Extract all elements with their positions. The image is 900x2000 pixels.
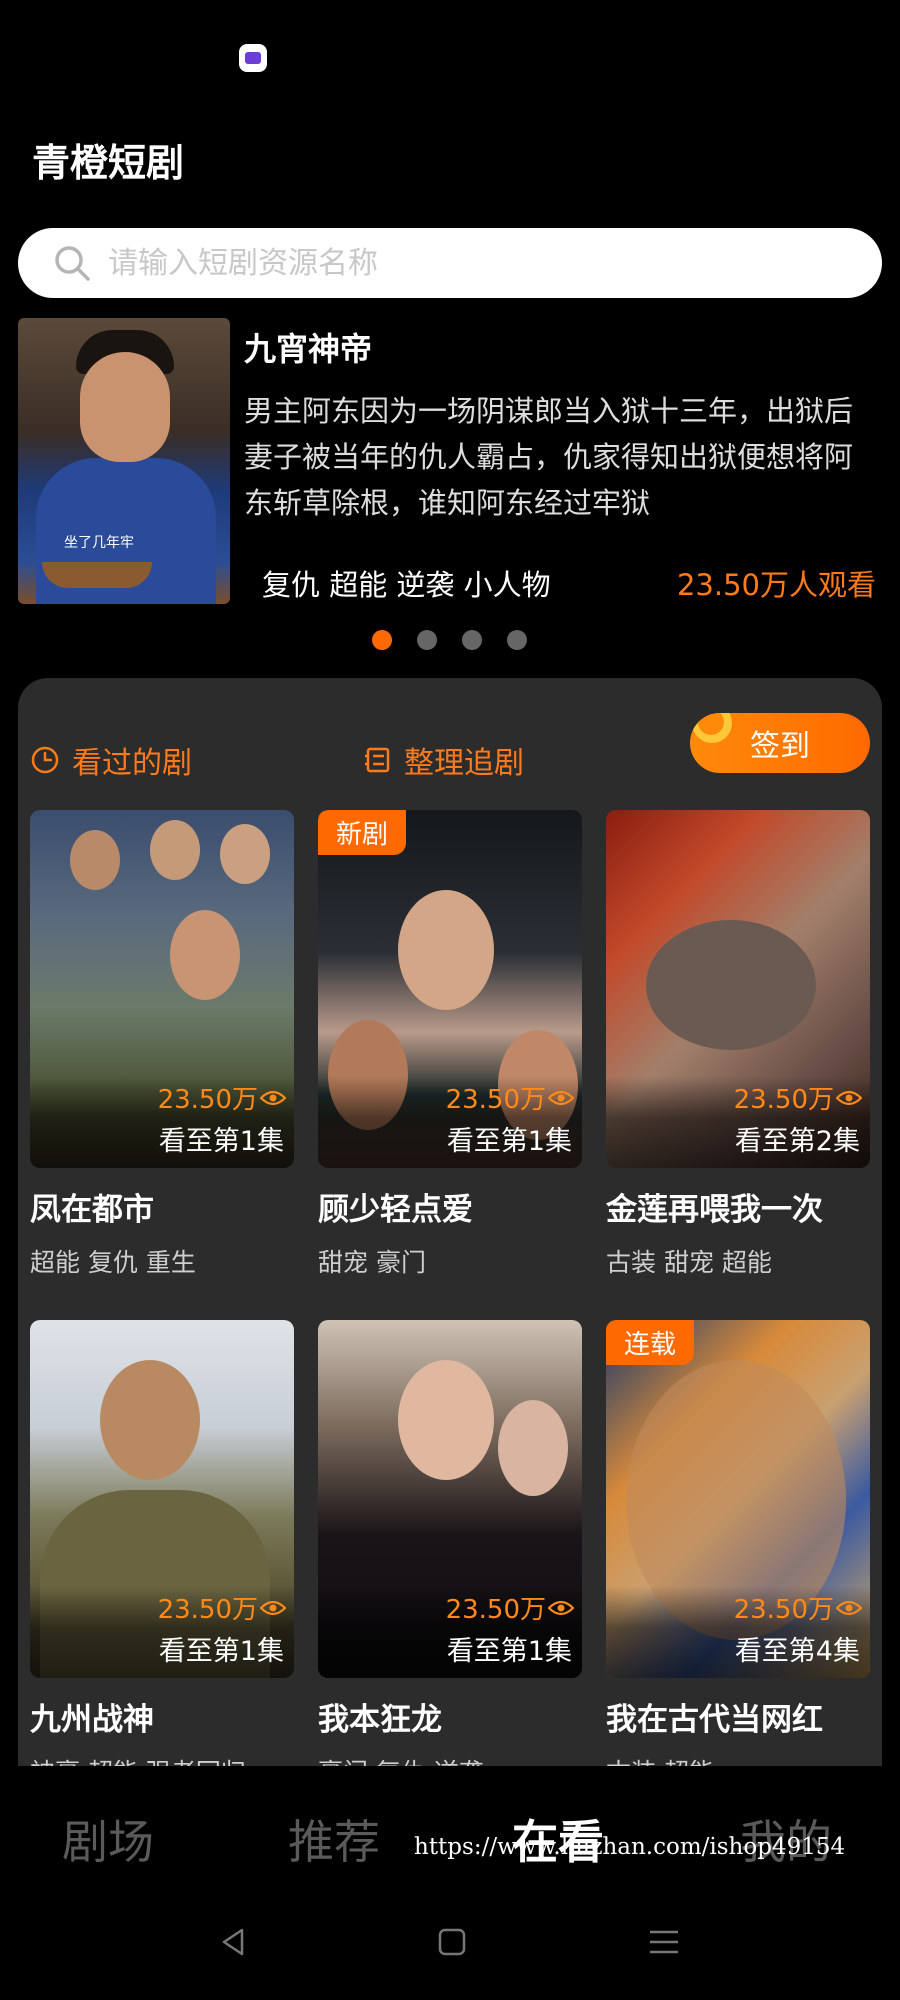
- banner-poster[interactable]: 坐了几年牢: [18, 318, 230, 604]
- drama-title: 我本狂龙: [318, 1702, 442, 1738]
- drama-title: 金莲再喂我一次: [606, 1192, 823, 1228]
- watch-progress: 看至第1集: [158, 1636, 284, 1667]
- banner-tags: 复仇 超能 逆袭 小人物: [262, 568, 551, 602]
- home-icon: [438, 1928, 466, 1956]
- carousel-dot[interactable]: [417, 630, 437, 650]
- menu-icon: [650, 1930, 678, 1954]
- drama-title: 九州战神: [30, 1702, 154, 1738]
- view-count: 23.50万: [734, 1079, 862, 1116]
- tab-recommend[interactable]: 推荐: [288, 1806, 380, 1872]
- view-count: 23.50万: [446, 1079, 574, 1116]
- checkin-button[interactable]: 签到: [690, 713, 870, 773]
- watermark-text: https://www.huzhan.com/ishop49154: [414, 1834, 846, 1860]
- drama-poster[interactable]: 23.50万 看至第1集: [318, 1320, 582, 1678]
- search-bar[interactable]: [18, 228, 882, 298]
- drama-poster[interactable]: 23.50万 看至第1集: [30, 810, 294, 1168]
- drama-tags: 甜宠 豪门: [318, 1248, 426, 1277]
- system-menu-button[interactable]: [646, 1924, 682, 1964]
- drama-card[interactable]: 新剧 23.50万 看至第1集 顾少轻点爱 甜宠 豪门: [318, 810, 582, 1279]
- drama-badge: 连载: [606, 1320, 695, 1365]
- eye-icon: [260, 1600, 286, 1615]
- banner-description: 男主阿东因为一场阴谋郎当入狱十三年，出狱后妻子被当年的仇人霸占，仇家得知出狱便想…: [244, 394, 854, 520]
- drama-tags: 古装 甜宠 超能: [606, 1248, 772, 1277]
- drama-card[interactable]: 23.50万 看至第1集 我本狂龙 豪门 复仇 逆袭: [318, 1320, 582, 1789]
- carousel-dot[interactable]: [372, 630, 392, 650]
- drama-card[interactable]: 23.50万 看至第2集 金莲再喂我一次 古装 甜宠 超能: [606, 810, 870, 1279]
- carousel-indicator: [372, 630, 527, 650]
- system-home-button[interactable]: [434, 1924, 470, 1964]
- list-icon: [365, 747, 390, 773]
- eye-icon: [548, 1090, 574, 1105]
- eye-icon: [260, 1090, 286, 1105]
- banner-views: 23.50万人观看: [676, 568, 876, 602]
- eye-icon: [548, 1600, 574, 1615]
- eye-icon: [836, 1090, 862, 1105]
- search-icon: [55, 246, 90, 281]
- tab-theater[interactable]: 剧场: [62, 1806, 154, 1872]
- drama-card[interactable]: 23.50万 看至第1集 凤在都市 超能 复仇 重生: [30, 810, 294, 1279]
- drama-title: 顾少轻点爱: [318, 1192, 473, 1228]
- watch-progress: 看至第1集: [446, 1636, 572, 1667]
- view-count: 23.50万: [446, 1589, 574, 1626]
- drama-poster[interactable]: 连载 23.50万 看至第4集: [606, 1320, 870, 1678]
- manage-follow-label: 整理追剧: [404, 746, 524, 781]
- drama-card[interactable]: 23.50万 看至第1集 九州战神 神豪 超能 强者回归: [30, 1320, 294, 1789]
- drama-badge: 新剧: [318, 810, 407, 855]
- poster-caption: 坐了几年牢: [64, 535, 134, 551]
- carousel-dot[interactable]: [462, 630, 482, 650]
- system-back-button[interactable]: [216, 1924, 252, 1964]
- back-icon: [222, 1928, 244, 1956]
- app-title: 青橙短剧: [32, 141, 185, 185]
- drama-poster[interactable]: 新剧 23.50万 看至第1集: [318, 810, 582, 1168]
- featured-banner[interactable]: 坐了几年牢 九宵神帝 男主阿东因为一场阴谋郎当入狱十三年，出狱后妻子被当年的仇人…: [18, 318, 882, 608]
- search-input[interactable]: [108, 245, 848, 281]
- eye-icon: [836, 1600, 862, 1615]
- drama-tags: 超能 复仇 重生: [30, 1248, 196, 1277]
- banner-title: 九宵神帝: [244, 330, 373, 368]
- watch-progress: 看至第1集: [446, 1126, 572, 1157]
- notification-app-icon: [239, 44, 267, 72]
- watch-progress: 看至第4集: [734, 1636, 860, 1667]
- manage-follow-button[interactable]: 整理追剧: [362, 738, 524, 782]
- view-count: 23.50万: [734, 1589, 862, 1626]
- view-count: 23.50万: [158, 1079, 286, 1116]
- carousel-dot[interactable]: [507, 630, 527, 650]
- drama-poster[interactable]: 23.50万 看至第2集: [606, 810, 870, 1168]
- watch-progress: 看至第2集: [734, 1126, 860, 1157]
- clock-icon: [31, 746, 59, 774]
- coin-icon: [692, 713, 732, 743]
- watched-history-label: 看过的剧: [72, 746, 192, 781]
- watch-progress: 看至第1集: [158, 1126, 284, 1157]
- drama-title: 凤在都市: [30, 1192, 154, 1228]
- watched-history-button[interactable]: 看过的剧: [30, 738, 192, 782]
- drama-card[interactable]: 连载 23.50万 看至第4集 我在古代当网红 古装 超能: [606, 1320, 870, 1789]
- drama-title: 我在古代当网红: [606, 1702, 823, 1738]
- checkin-label: 签到: [750, 729, 810, 764]
- view-count: 23.50万: [158, 1589, 286, 1626]
- drama-poster[interactable]: 23.50万 看至第1集: [30, 1320, 294, 1678]
